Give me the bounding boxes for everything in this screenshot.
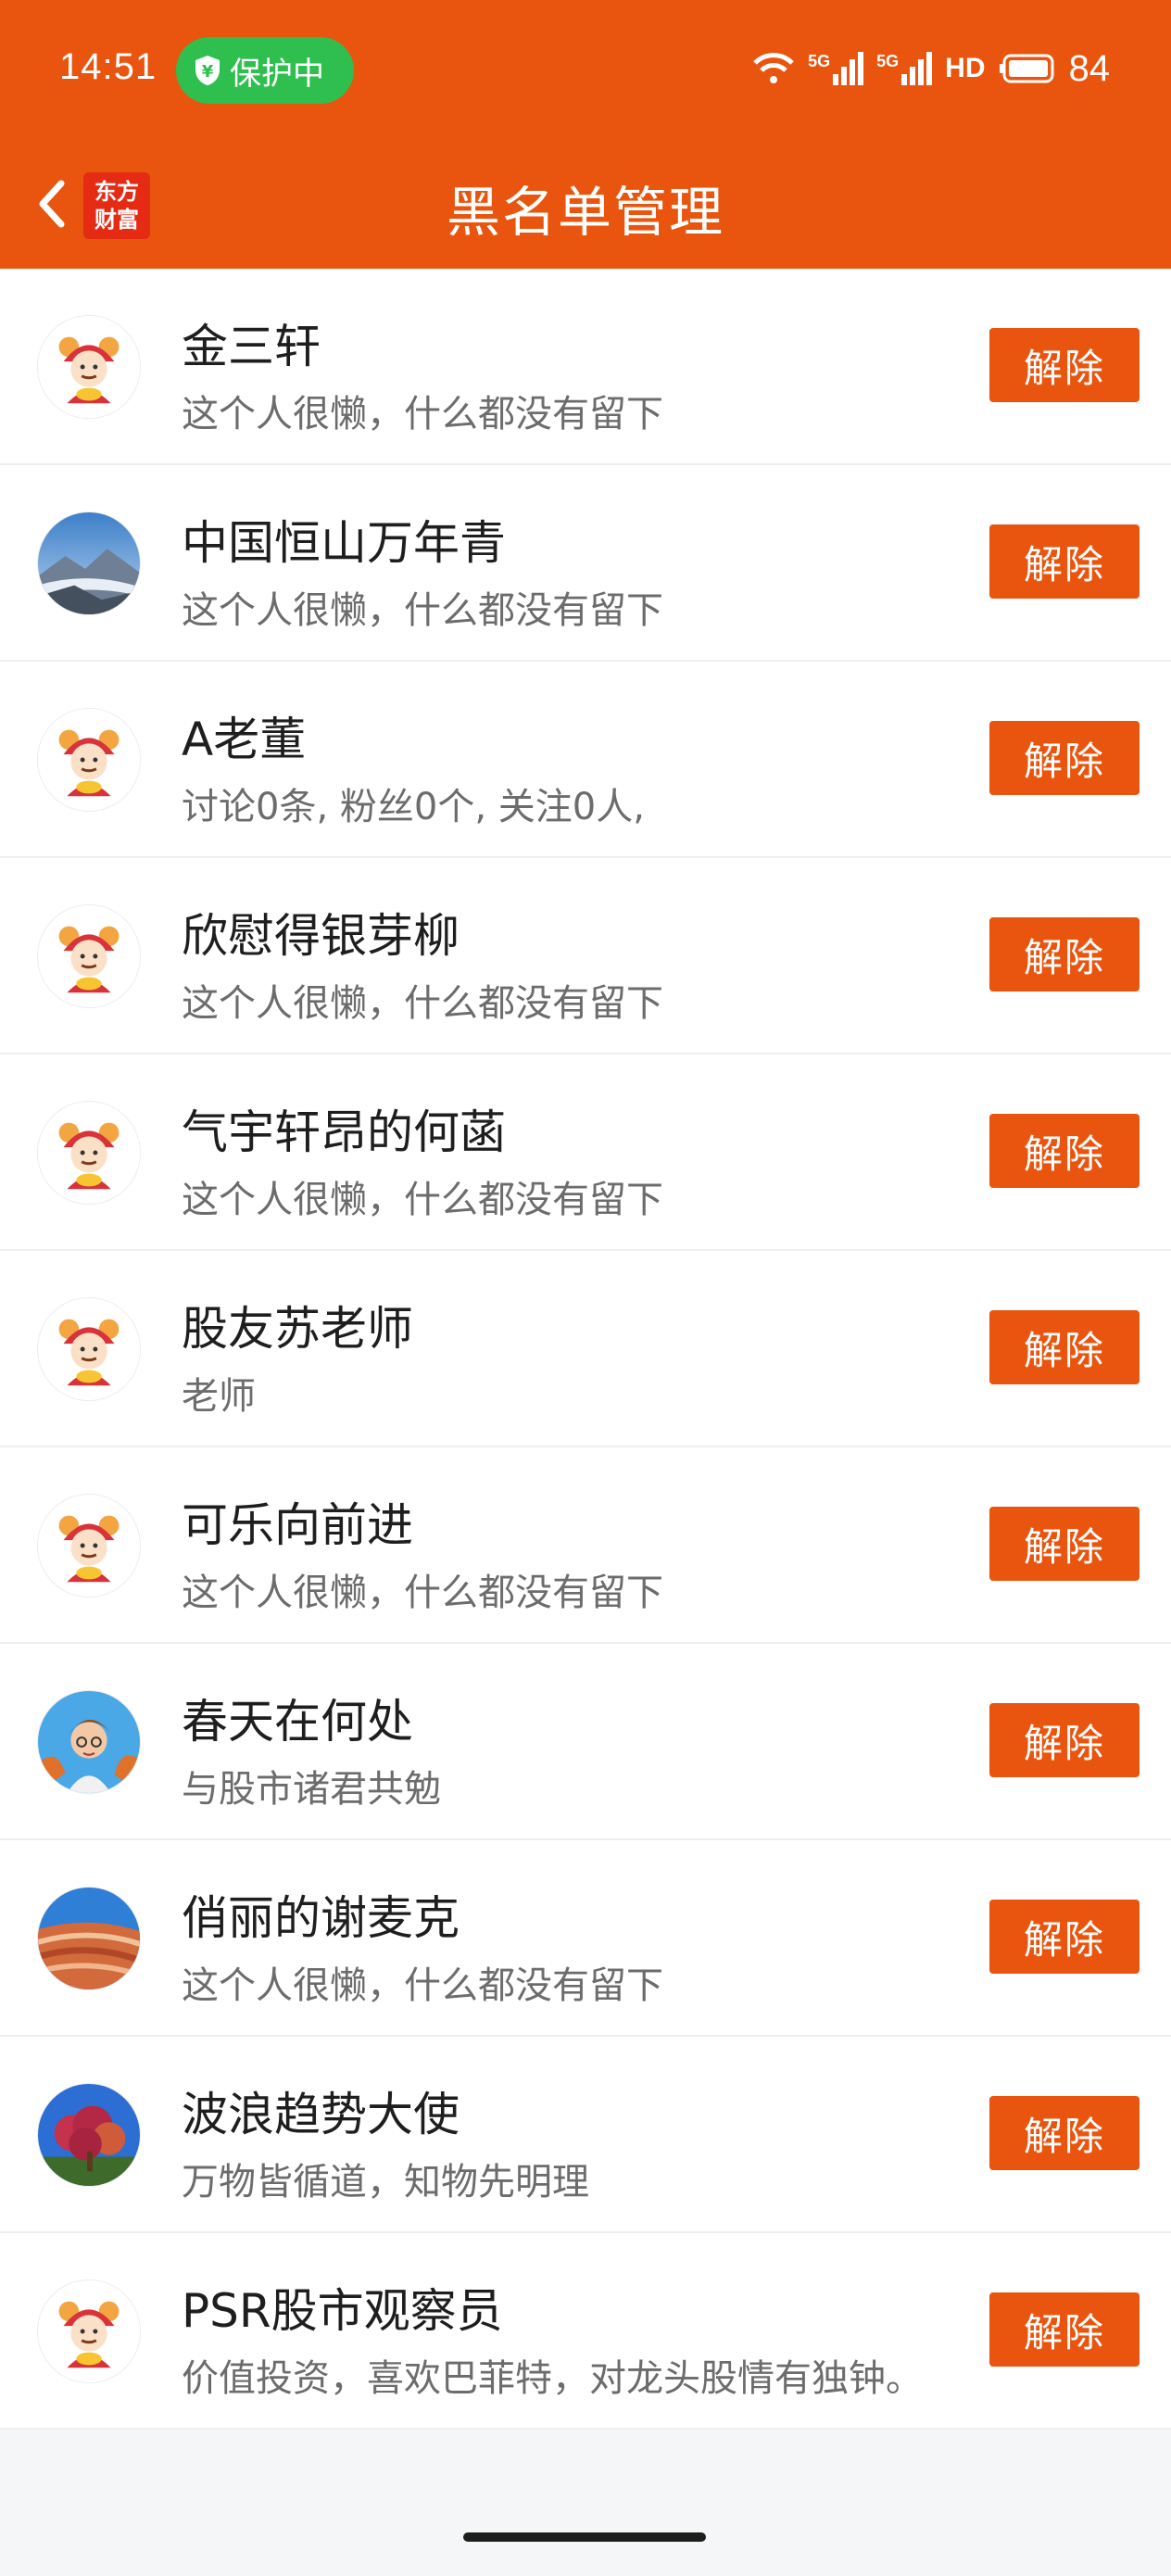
status-bar: 14:51 ¥ 保护中 5G 5G HD 84 — [0, 0, 1171, 139]
network-5g-2: 5G — [876, 52, 900, 70]
user-name[interactable]: 股友苏老师 — [182, 1292, 413, 1358]
unblock-button[interactable]: 解除 — [989, 1900, 1140, 1974]
user-name[interactable]: 春天在何处 — [182, 1685, 413, 1751]
nav-bar: 东方 财富 黑名单管理 — [0, 139, 1171, 269]
unblock-button[interactable]: 解除 — [989, 2096, 1140, 2170]
svg-text:¥: ¥ — [202, 62, 214, 82]
user-description: 价值投资，喜欢巴菲特，对龙头股情有独钟。 — [182, 2357, 923, 2400]
avatar-autumn-tree[interactable] — [37, 2083, 141, 2187]
user-description: 万物皆循道，知物先明理 — [182, 2161, 589, 2203]
home-indicator[interactable] — [463, 2532, 706, 2542]
list-item: 波浪趋势大使 万物皆循道，知物先明理 解除 — [0, 2037, 1171, 2233]
avatar-mascot[interactable] — [37, 2279, 141, 2383]
user-name[interactable]: 中国恒山万年青 — [182, 506, 506, 573]
user-name[interactable]: PSR股市观察员 — [182, 2274, 503, 2341]
wifi-icon — [753, 53, 794, 83]
list-item: 股友苏老师 老师 解除 — [0, 1251, 1171, 1447]
system-icons: 5G 5G HD 84 — [752, 48, 1110, 89]
unblock-button[interactable]: 解除 — [989, 917, 1140, 991]
avatar-mascot[interactable] — [37, 1101, 141, 1205]
list-item: 俏丽的谢麦克 这个人很懒，什么都没有留下 解除 — [0, 1840, 1171, 2037]
unblock-button[interactable]: 解除 — [989, 1114, 1140, 1188]
avatar-mascot[interactable] — [37, 315, 141, 419]
user-description: 这个人很懒，什么都没有留下 — [182, 1179, 663, 1221]
avatar-red-rock[interactable] — [37, 1887, 141, 1990]
user-name[interactable]: 可乐向前进 — [182, 1488, 413, 1555]
signal-1-icon: 5G — [808, 52, 864, 85]
list-item: 气宇轩昂的何菡 这个人很懒，什么都没有留下 解除 — [0, 1054, 1171, 1251]
user-name[interactable]: 俏丽的谢麦克 — [182, 1881, 460, 1948]
user-description: 这个人很懒，什么都没有留下 — [182, 589, 663, 632]
avatar-mascot[interactable] — [37, 708, 141, 812]
list-item: 欣慰得银芽柳 这个人很懒，什么都没有留下 解除 — [0, 858, 1171, 1054]
unblock-button[interactable]: 解除 — [989, 2292, 1140, 2367]
unblock-button[interactable]: 解除 — [989, 328, 1140, 402]
unblock-button[interactable]: 解除 — [989, 524, 1140, 599]
list-item: PSR股市观察员 价值投资，喜欢巴菲特，对龙头股情有独钟。 解除 — [0, 2233, 1171, 2430]
user-name[interactable]: 波浪趋势大使 — [182, 2077, 460, 2144]
user-name[interactable]: 金三轩 — [182, 309, 321, 376]
status-time: 14:51 — [59, 46, 157, 87]
avatar-mascot[interactable] — [37, 1297, 141, 1401]
page-title: 黑名单管理 — [446, 181, 724, 244]
unblock-button[interactable]: 解除 — [989, 1507, 1140, 1581]
unblock-button[interactable]: 解除 — [989, 1310, 1140, 1384]
user-name[interactable]: 气宇轩昂的何菡 — [182, 1095, 506, 1162]
protect-label: 保护中 — [230, 55, 324, 93]
avatar-mascot[interactable] — [37, 904, 141, 1008]
unblock-button[interactable]: 解除 — [989, 1703, 1140, 1777]
hd-label: HD — [945, 53, 986, 83]
network-5g-1: 5G — [808, 52, 831, 70]
avatar-cartoon-boy[interactable] — [37, 1690, 141, 1794]
protect-badge[interactable]: ¥ 保护中 — [176, 37, 354, 104]
list-item: A老董 讨论0条, 粉丝0个, 关注0人, 解除 — [0, 662, 1171, 858]
unblock-button[interactable]: 解除 — [989, 721, 1140, 795]
list-item: 春天在何处 与股市诸君共勉 解除 — [0, 1644, 1171, 1840]
battery-icon — [999, 54, 1053, 83]
avatar-mascot[interactable] — [37, 1494, 141, 1597]
user-description: 讨论0条, 粉丝0个, 关注0人, — [182, 786, 645, 828]
top-bar: 14:51 ¥ 保护中 5G 5G HD 84 东方 财富 黑名单管理 — [0, 0, 1171, 269]
user-name[interactable]: 欣慰得银芽柳 — [182, 899, 460, 966]
user-description: 与股市诸君共勉 — [182, 1768, 441, 1811]
blocked-user-list: 金三轩 这个人很懒，什么都没有留下 解除 中国恒山万年青 这个人很懒，什么都没有… — [0, 269, 1171, 2430]
battery-level: 84 — [1068, 47, 1111, 89]
avatar-mountain[interactable] — [37, 511, 141, 615]
user-description: 这个人很懒，什么都没有留下 — [182, 1572, 663, 1614]
shield-icon: ¥ — [195, 56, 220, 85]
list-item: 金三轩 这个人很懒，什么都没有留下 解除 — [0, 269, 1171, 465]
user-name[interactable]: A老董 — [182, 702, 306, 769]
user-description: 这个人很懒，什么都没有留下 — [182, 982, 663, 1025]
list-item: 中国恒山万年青 这个人很懒，什么都没有留下 解除 — [0, 465, 1171, 662]
user-description: 这个人很懒，什么都没有留下 — [182, 393, 663, 436]
signal-2-icon: 5G — [876, 52, 933, 85]
user-description: 这个人很懒，什么都没有留下 — [182, 1964, 663, 2007]
list-item: 可乐向前进 这个人很懒，什么都没有留下 解除 — [0, 1447, 1171, 1644]
user-description: 老师 — [182, 1375, 256, 1418]
